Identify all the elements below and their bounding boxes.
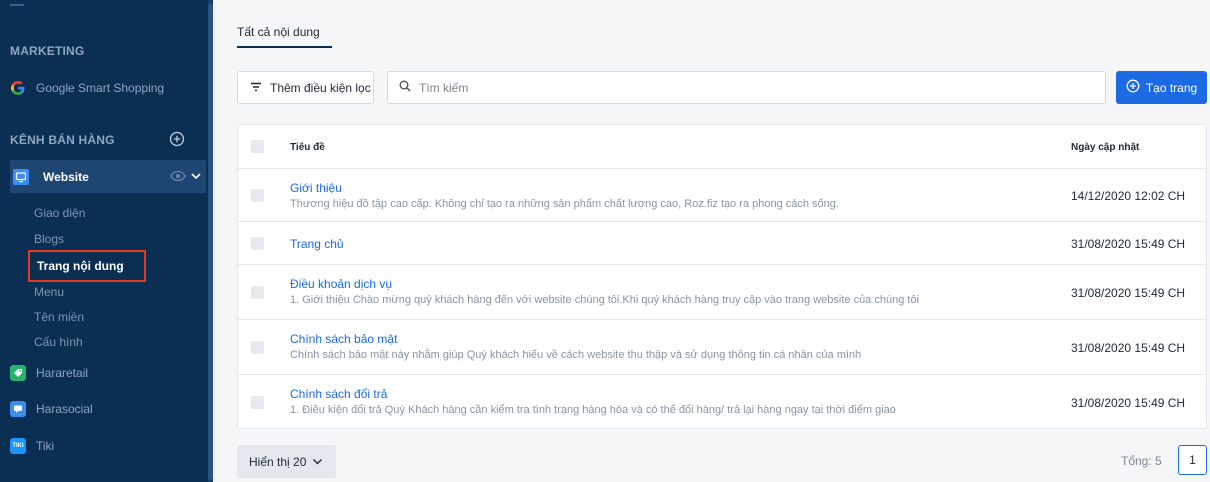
select-all-checkbox[interactable]	[251, 140, 264, 153]
eye-icon[interactable]	[170, 170, 186, 185]
page-size-label: Hiển thị 20	[249, 454, 307, 469]
page-description: Chính sách bảo mật này nhằm giúp Quý khá…	[290, 349, 862, 361]
updated-date: 31/08/2020 15:49 CH	[1071, 286, 1186, 300]
sidebar-top-divider	[10, 4, 24, 6]
table-row[interactable]: Chính sách đổi trả 1. Điều kiện đổi trả …	[238, 375, 1206, 429]
sidebar-subitem-cau-hinh[interactable]: Cấu hình	[34, 335, 83, 349]
content-table: Tiêu đề Ngày cập nhật Giới thiệu Thương …	[237, 124, 1207, 429]
search-input[interactable]	[419, 80, 1019, 95]
row-checkbox[interactable]	[251, 286, 264, 299]
main-content: Tất cả nội dung Thêm điều kiện lọc Tạo t…	[213, 0, 1210, 482]
filter-icon	[250, 81, 262, 95]
sidebar-subitem-blogs[interactable]: Blogs	[34, 232, 64, 246]
section-title-channels: KÊNH BÁN HÀNG	[10, 133, 115, 147]
updated-date: 31/08/2020 15:49 CH	[1071, 396, 1186, 410]
sidebar-item-label: Tiki	[36, 439, 55, 453]
page-description: 1. Điều kiện đổi trả Quý Khách hàng cần …	[290, 404, 896, 416]
add-channel-icon[interactable]	[169, 131, 185, 150]
sidebar-subitem-label: Trang nội dung	[37, 259, 124, 273]
sidebar-subitem-ten-mien[interactable]: Tên miền	[34, 310, 84, 324]
sidebar-subitem-menu[interactable]: Menu	[34, 285, 64, 299]
page-title-link[interactable]: Chính sách bảo mật	[290, 332, 397, 346]
add-filter-label: Thêm điều kiện lọc	[270, 80, 371, 95]
updated-date: 31/08/2020 15:49 CH	[1071, 237, 1186, 251]
table-header-row: Tiêu đề Ngày cập nhật	[238, 125, 1206, 169]
tab-active-indicator	[237, 46, 332, 48]
table-row[interactable]: Chính sách bảo mật Chính sách bảo mật nà…	[238, 320, 1206, 375]
page-description: 1. Giới thiệu Chào mừng quý khách hàng đ…	[290, 294, 920, 306]
sidebar-subitem-trang-noi-dung[interactable]: Trang nội dung	[28, 250, 146, 282]
sidebar-item-label: Hararetail	[36, 366, 89, 380]
google-icon	[10, 80, 26, 96]
create-page-label: Tạo trang	[1145, 80, 1198, 95]
table-row[interactable]: Giới thiệu Thương hiệu đồ tập cao cấp. K…	[238, 169, 1206, 222]
chevron-down-icon[interactable]	[190, 170, 202, 185]
page-title-link[interactable]: Chính sách đổi trả	[290, 387, 387, 401]
tiki-icon: TIKI	[10, 438, 26, 454]
add-filter-button[interactable]: Thêm điều kiện lọc	[237, 71, 374, 104]
search-icon	[399, 80, 411, 95]
sidebar-item-website[interactable]: Website	[10, 160, 206, 193]
website-icon	[13, 168, 29, 185]
row-checkbox[interactable]	[251, 396, 264, 409]
sidebar-item-google-smart-shopping[interactable]: Google Smart Shopping	[10, 76, 206, 100]
plus-circle-icon	[1126, 79, 1140, 96]
sidebar: MARKETING Google Smart Shopping KÊNH BÁN…	[0, 0, 213, 482]
pagination-page-1[interactable]: 1	[1178, 445, 1207, 475]
column-header-updated: Ngày cập nhật	[1071, 142, 1140, 153]
chat-icon	[10, 401, 26, 417]
page-title-link[interactable]: Điều khoản dịch vụ	[290, 277, 392, 291]
sidebar-item-hararetail[interactable]: Hararetail	[10, 361, 206, 385]
total-count: Tổng: 5	[1121, 454, 1162, 468]
page-title-link[interactable]: Trang chủ	[290, 237, 344, 251]
page-title-link[interactable]: Giới thiệu	[290, 181, 342, 195]
page-size-select[interactable]: Hiển thị 20	[237, 445, 336, 478]
create-page-button[interactable]: Tạo trang	[1116, 71, 1207, 104]
sidebar-item-label: Harasocial	[36, 402, 93, 416]
row-checkbox[interactable]	[251, 237, 264, 250]
tab-all-content[interactable]: Tất cả nội dung	[237, 25, 320, 39]
table-row[interactable]: Trang chủ 31/08/2020 15:49 CH	[238, 222, 1206, 265]
sidebar-item-tiki[interactable]: TIKI Tiki	[10, 434, 206, 458]
row-checkbox[interactable]	[251, 189, 264, 202]
row-checkbox[interactable]	[251, 341, 264, 354]
sidebar-item-label: Google Smart Shopping	[36, 81, 165, 95]
page-description: Thương hiệu đồ tập cao cấp. Không chỉ tạ…	[290, 198, 839, 210]
sidebar-item-label: Website	[43, 169, 89, 184]
updated-date: 31/08/2020 15:49 CH	[1071, 341, 1186, 355]
column-header-title: Tiêu đề	[290, 142, 325, 153]
chevron-down-icon	[312, 455, 323, 469]
search-box[interactable]	[387, 71, 1106, 104]
sidebar-item-harasocial[interactable]: Harasocial	[10, 397, 206, 421]
updated-date: 14/12/2020 12:02 CH	[1071, 189, 1186, 203]
tag-icon	[10, 365, 26, 381]
table-row[interactable]: Điều khoản dịch vụ 1. Giới thiệu Chào mừ…	[238, 265, 1206, 320]
sidebar-subitem-giao-dien[interactable]: Giao diện	[34, 206, 85, 220]
section-title-marketing: MARKETING	[10, 44, 85, 58]
